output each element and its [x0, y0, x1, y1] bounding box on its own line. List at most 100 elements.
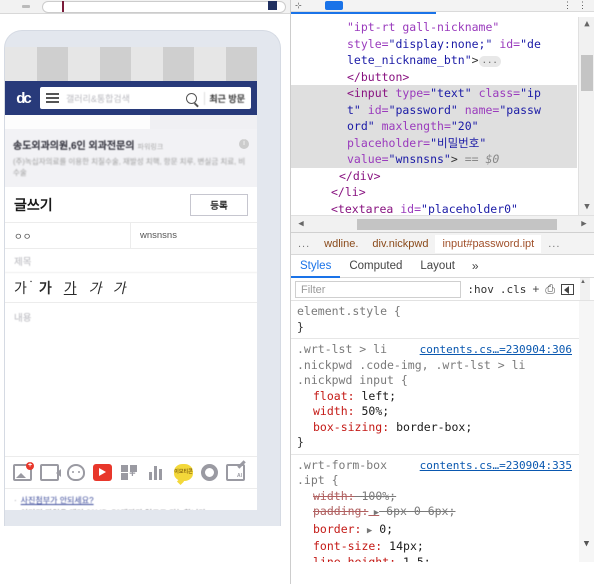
css-property-value[interactable]: 14px; — [382, 539, 424, 553]
breadcrumb[interactable]: ... wdline. div.nickpwd input#password.ipt.… — [291, 233, 594, 255]
scrollbar-thumb[interactable] — [581, 55, 593, 91]
bold-button[interactable]: 가 — [39, 281, 52, 295]
css-declaration[interactable]: box-sizing: border-box; — [297, 420, 594, 436]
styles-vertical-scrollbar[interactable]: ▼ — [579, 301, 594, 562]
note-item[interactable]: · 사진첨부가 안되세요? — [14, 495, 248, 508]
dom-node-line[interactable]: "ipt-rt gall-nickname" — [291, 19, 577, 36]
filter-input[interactable]: Filter — [295, 280, 462, 298]
more-tabs-icon[interactable]: » — [464, 259, 487, 273]
dom-node-line[interactable]: <input type="text" class="ip — [291, 85, 577, 102]
css-declaration[interactable]: float: left; — [297, 389, 594, 405]
submit-button[interactable]: 등록 — [190, 193, 248, 216]
breadcrumb-item[interactable]: div.nickpwd — [365, 235, 435, 253]
dom-node-line[interactable]: </div> — [291, 168, 577, 185]
css-property-name[interactable]: width: — [313, 489, 355, 503]
dom-tree-code[interactable]: "ipt-rt gall-nickname" style="display:non… — [291, 17, 577, 232]
italic-button[interactable]: 가 — [89, 281, 102, 295]
nickname-field[interactable]: ㅇㅇ — [5, 223, 131, 248]
styles-rules-body[interactable]: element.style {} .wrt-lst > li contents.cs… — [291, 301, 594, 562]
hov-toggle[interactable]: :hov — [467, 283, 494, 296]
strikethrough-button[interactable]: 가 — [112, 280, 128, 296]
css-property-value[interactable]: 0; — [372, 522, 393, 536]
sticker-icon[interactable] — [67, 464, 85, 481]
css-property-value[interactable]: 1.5; — [396, 555, 431, 563]
post-content-input[interactable]: 내용 — [5, 303, 257, 329]
style-rule[interactable]: element.style {} — [291, 301, 594, 339]
rule-selector[interactable]: .wrt-form-box contents.cs…=230904:335 — [297, 458, 594, 474]
stylesheet-source-link[interactable]: contents.cs…=230904:335 — [420, 458, 572, 474]
styles-rules-panel[interactable]: element.style {} .wrt-lst > li contents.cs… — [291, 301, 594, 562]
devtools-more-icon[interactable]: ⋮ — [578, 1, 589, 11]
scroll-down-icon[interactable]: ▼ — [579, 200, 594, 215]
inspect-element-icon[interactable]: ⊹ — [295, 1, 311, 10]
devtools-settings-icon[interactable]: ⋮ — [563, 1, 572, 11]
youtube-icon[interactable] — [93, 464, 112, 481]
dom-node-line[interactable]: lete_nickname_btn">... — [291, 52, 577, 69]
sponsored-ad[interactable]: 송도외과의원,6인 외과전문의 파워링크 (주)녹십자의료를 이용한 치질수술, … — [5, 129, 257, 187]
search-bar[interactable]: 갤러리&통합검색 최근 방문 — [40, 87, 251, 109]
css-declaration[interactable]: border: ▶ 0; — [297, 522, 594, 540]
breadcrumb-item[interactable]: wdline. — [317, 235, 365, 253]
post-title-input[interactable]: 제목 — [5, 249, 257, 273]
rule-selector[interactable]: .nickpwd input { — [297, 373, 594, 389]
css-property-name[interactable]: line-height: — [313, 555, 396, 563]
draw-icon[interactable]: AI — [226, 464, 245, 481]
css-declaration[interactable]: font-size: 14px; — [297, 539, 594, 555]
dom-node-line[interactable]: </li> — [291, 184, 577, 201]
breadcrumb-item[interactable]: ... — [291, 235, 317, 253]
style-rule[interactable]: .wrt-form-box contents.cs…=230904:335 .ipt… — [291, 455, 594, 563]
underline-button[interactable]: 가 — [64, 281, 77, 295]
tab-layout[interactable]: Layout — [411, 255, 464, 278]
cls-toggle[interactable]: .cls — [500, 283, 527, 296]
new-style-rule-icon[interactable]: + — [532, 282, 539, 296]
hamburger-menu-icon[interactable] — [46, 93, 59, 103]
scroll-left-icon[interactable]: ◀ — [293, 216, 309, 232]
breadcrumb-item-selected[interactable]: input#password.ipt — [435, 234, 542, 253]
top-banner-strip[interactable] — [5, 47, 257, 81]
dom-node-line[interactable]: t" id="password" name="passw — [291, 101, 577, 118]
css-property-name[interactable]: float: — [313, 389, 355, 403]
rule-selector[interactable]: element.style { — [297, 304, 594, 320]
kakao-emoticon-icon[interactable]: 이모티콘 — [174, 464, 193, 481]
extension-icon[interactable] — [268, 1, 277, 10]
styles-scroll-top[interactable] — [580, 278, 590, 300]
css-property-name[interactable]: border: — [313, 522, 361, 536]
expand-shorthand-icon[interactable]: ▶ — [368, 508, 379, 518]
dom-vertical-scrollbar[interactable]: ▲ ▼ — [578, 17, 594, 215]
dcinside-logo[interactable]: dc — [11, 88, 35, 108]
password-field[interactable]: wnsnsns — [131, 223, 257, 248]
dom-tree-panel[interactable]: "ipt-rt gall-nickname" style="display:non… — [291, 17, 594, 233]
chrome-menu-icon[interactable] — [22, 5, 30, 8]
grid-add-icon[interactable] — [120, 464, 139, 481]
gear-icon[interactable] — [201, 464, 218, 481]
css-property-name[interactable]: padding: — [313, 504, 368, 518]
css-declaration[interactable]: padding: ▶ 6px 0 6px; — [297, 504, 594, 522]
dom-node-line[interactable]: value="wnsnsns"> == $0 — [291, 151, 577, 168]
address-bar[interactable] — [42, 1, 286, 13]
dom-node-line[interactable]: </button> — [291, 69, 577, 86]
video-icon[interactable] — [40, 464, 61, 481]
search-input[interactable]: 갤러리&통합검색 — [66, 92, 179, 105]
toggle-sidebar-icon[interactable] — [561, 283, 574, 295]
css-declaration[interactable]: line-height: 1.5; — [297, 555, 594, 563]
dom-horizontal-scrollbar[interactable]: ◀ ▶ — [291, 215, 594, 232]
css-property-value[interactable]: 50%; — [355, 404, 389, 418]
device-toolbar-icon[interactable] — [325, 1, 343, 10]
scroll-down-icon[interactable]: ▼ — [579, 537, 594, 553]
rule-selector[interactable]: .nickpwd .code-img, .wrt-lst > li — [297, 358, 594, 374]
breadcrumb-item[interactable]: ... — [541, 235, 567, 253]
print-media-icon[interactable]: ⎙ — [545, 282, 555, 297]
rule-selector[interactable]: .wrt-lst > li contents.cs…=230904:306 — [297, 342, 594, 358]
css-property-name[interactable]: width: — [313, 404, 355, 418]
content-blank-area[interactable] — [5, 329, 257, 457]
dom-node-line[interactable]: placeholder="비밀번호" — [291, 134, 577, 151]
photo-add-icon[interactable]: + — [13, 462, 34, 481]
stylesheet-source-link[interactable]: contents.cs…=230904:306 — [420, 342, 572, 358]
search-icon[interactable] — [186, 92, 198, 104]
css-property-value[interactable]: left; — [355, 389, 396, 403]
css-property-name[interactable]: font-size: — [313, 539, 382, 553]
css-declaration[interactable]: width: 50%; — [297, 404, 594, 420]
rule-selector[interactable]: .ipt { — [297, 473, 594, 489]
css-property-name[interactable]: box-sizing: — [313, 420, 389, 434]
scroll-up-icon[interactable]: ▲ — [579, 17, 594, 32]
